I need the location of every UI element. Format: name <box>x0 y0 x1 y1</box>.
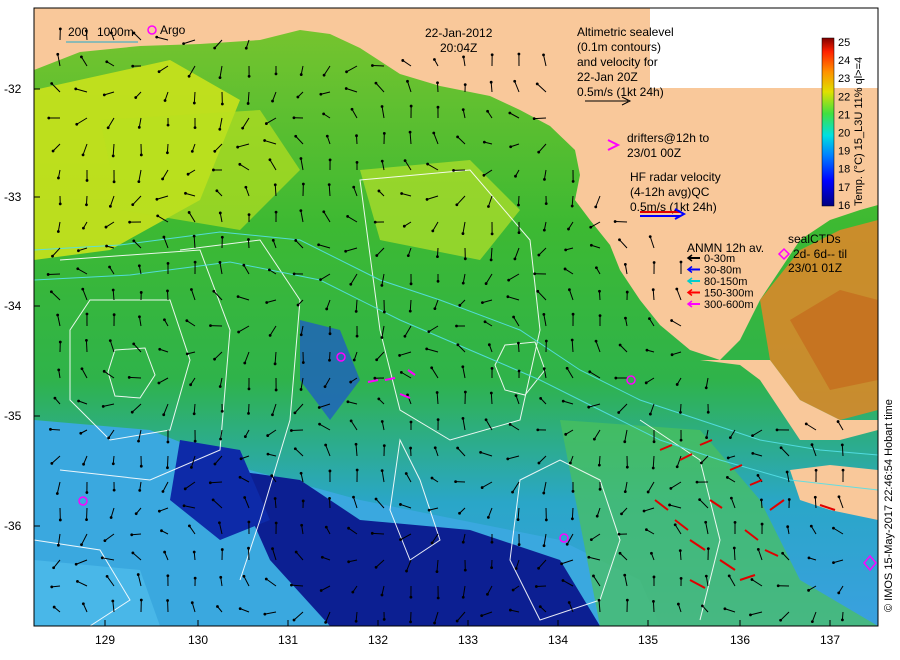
y-tick-label: -36 <box>4 519 22 533</box>
map-date: 22-Jan-2012 <box>425 26 493 40</box>
y-tick-label: -35 <box>4 409 22 423</box>
credit-text: © IMOS 15-May-2017 22:46:54 Hobart time <box>883 399 895 612</box>
x-tick-label: 136 <box>730 633 750 647</box>
colorbar-tick-label: 19 <box>838 146 850 158</box>
scale-label-a: 200 <box>68 25 88 39</box>
hf-radar-line-1: HF radar velocity <box>630 170 721 184</box>
drifters-line-2: 23/01 00Z <box>627 146 681 160</box>
colorbar-tick-label: 16 <box>838 200 850 212</box>
colorbar-tick-label: 24 <box>838 55 850 67</box>
anmn-legend-label: 150-300m <box>704 288 754 300</box>
sst-field <box>34 8 878 626</box>
colorbar-tick-label: 23 <box>838 73 850 85</box>
colorbar-tick-label: 22 <box>838 91 850 103</box>
x-tick-label: 130 <box>188 633 208 647</box>
x-tick-label: 129 <box>95 633 115 647</box>
x-tick-label: 132 <box>368 633 388 647</box>
colorbar-tick-label: 21 <box>838 109 850 121</box>
x-tick-label: 134 <box>548 633 568 647</box>
y-tick-label: -32 <box>4 82 22 96</box>
y-tick-label: -33 <box>4 190 22 204</box>
colorbar-label: Temp. (°C) 15_L3U 11% ql>=4 <box>853 57 865 206</box>
scale-label-b: 1000m <box>97 25 134 39</box>
anmn-legend-label: 300-600m <box>704 299 754 311</box>
map-time: 20:04Z <box>440 41 477 55</box>
colorbar-tick-label: 18 <box>838 164 850 176</box>
sealctd-line-3: 23/01 01Z <box>788 261 842 275</box>
drifters-line-1: drifters@12h to <box>627 131 710 145</box>
altimetric-line-2: (0.1m contours) <box>577 40 661 54</box>
x-tick-label: 131 <box>278 633 298 647</box>
hf-radar-legend: HF radar velocity (4-12h avg)QC 0.5m/s (… <box>630 170 721 220</box>
anmn-legend-label: 80-150m <box>704 276 747 288</box>
x-tick-label: 137 <box>820 633 840 647</box>
colorbar-tick-label: 25 <box>838 37 850 49</box>
altimetric-line-1: Altimetric sealevel <box>577 25 674 39</box>
sst-map: 129 130 131 132 133 134 135 136 137 -32 -33 -34 -35… <box>4 7 895 647</box>
x-tick-label: 135 <box>638 633 658 647</box>
y-tick-label: -34 <box>4 299 22 313</box>
anmn-legend-label: 0-30m <box>704 253 735 265</box>
argo-label: Argo <box>160 23 186 37</box>
sealctd-legend: sealCTDs 2d- 6d-- til 23/01 01Z <box>777 232 847 275</box>
anmn-legend-label: 30-80m <box>704 265 741 277</box>
hf-radar-line-2: (4-12h avg)QC <box>630 185 710 199</box>
colorbar-tick-label: 20 <box>838 128 850 140</box>
altimetric-line-5: 0.5m/s (1kt 24h) <box>577 85 664 99</box>
colorbar-tick-label: 17 <box>838 182 850 194</box>
altimetric-line-3: and velocity for <box>577 55 658 69</box>
x-tick-label: 133 <box>458 633 478 647</box>
sealctd-line-2: 2d- 6d-- til <box>793 247 847 261</box>
altimetric-line-4: 22-Jan 20Z <box>577 70 638 84</box>
sealctd-line-1: sealCTDs <box>788 232 841 246</box>
